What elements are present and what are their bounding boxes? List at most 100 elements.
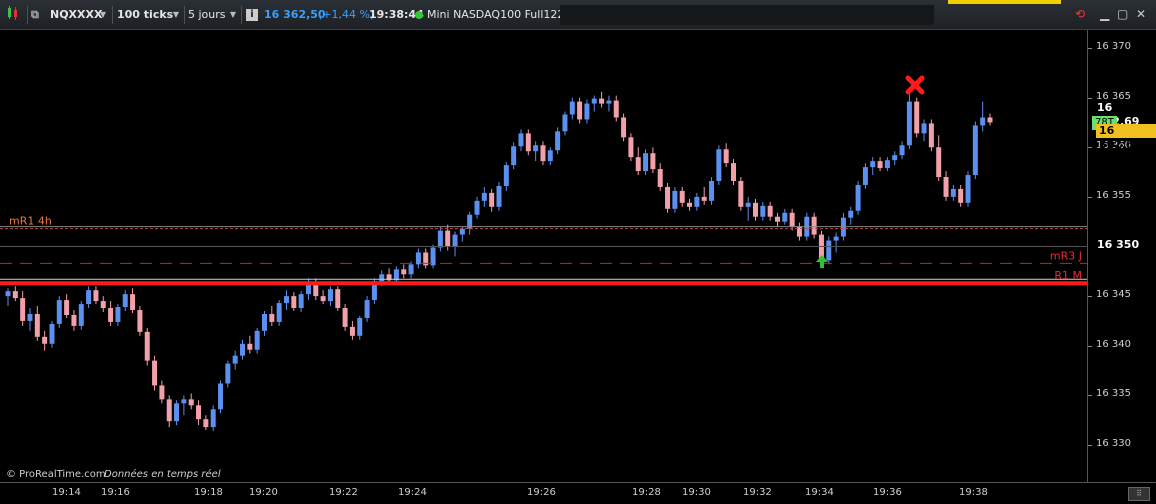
candle-body (49, 323, 55, 344)
minimize-icon[interactable]: ▁ (1100, 7, 1109, 21)
candle-body (247, 343, 253, 350)
candle-body (86, 290, 92, 305)
candle-body (606, 100, 612, 104)
candle-body (547, 150, 553, 162)
candle-body (635, 157, 641, 172)
last-price-label: 16 362,69 (1097, 101, 1140, 128)
interval-selector[interactable]: 100 ticks ▼ (117, 5, 181, 25)
time-tick-label: 19:18 (194, 487, 223, 498)
maximize-icon[interactable]: ▢ (1117, 7, 1128, 21)
candle-body (269, 313, 275, 322)
candle-body (408, 264, 414, 275)
candle-body (357, 317, 363, 336)
candle-body (701, 196, 707, 201)
toolbar: ⧉ NQXXXX ▼ 100 ticks ▼ 5 jours ▼ i 16 36… (0, 0, 1156, 30)
time-tick-label: 19:14 (52, 487, 81, 498)
chevron-down-icon: ▼ (99, 10, 106, 19)
candle-body (716, 149, 722, 181)
candles-group (5, 91, 993, 432)
price-tick-mark (1088, 196, 1092, 198)
symbol-selector[interactable]: NQXXXX ▼ (50, 5, 108, 25)
candle-body (936, 147, 942, 178)
candle-body (811, 216, 817, 235)
candle-body (731, 163, 737, 181)
candle-body (379, 274, 385, 282)
candle-body (848, 210, 854, 218)
candle-body (159, 385, 165, 400)
candle-body (71, 314, 77, 326)
candle-body (364, 300, 370, 318)
candle-body (12, 291, 18, 299)
info-icon[interactable]: i (246, 9, 258, 21)
price-tick-mark (1088, 345, 1092, 347)
time-tick-label: 19:30 (682, 487, 711, 498)
chevron-down-icon: ▼ (229, 10, 236, 19)
price-tick-label: 16 330 (1096, 438, 1131, 449)
time-tick-label: 19:20 (249, 487, 278, 498)
separator (27, 6, 28, 24)
candle-body (108, 308, 114, 322)
chevron-down-icon: ▼ (172, 10, 179, 19)
price-tick-label: 16 370 (1096, 41, 1131, 52)
candle-body (144, 331, 150, 361)
refresh-icon[interactable]: ⟲ (1075, 7, 1085, 21)
chart-plot[interactable]: mR1 4h mR3 J R1 M © ProRealTime.com Donn… (0, 30, 1087, 482)
price-tick-mark (1088, 395, 1092, 397)
price-axis[interactable]: 16 37016 36516 36016 35516 34516 34016 3… (1087, 30, 1156, 482)
realtime-text: Données en temps réel (104, 468, 221, 480)
dark-panel (560, 5, 934, 25)
candle-body (906, 101, 912, 146)
candle-body (591, 98, 597, 104)
candle-body (335, 289, 341, 309)
candle-body (298, 294, 304, 309)
candle-body (496, 185, 502, 207)
candle-body (100, 301, 106, 309)
candle-body (320, 296, 326, 302)
link-icon[interactable]: ⧉ (31, 5, 45, 25)
candle-body (826, 240, 832, 261)
candle-body (709, 180, 715, 201)
level-label-mr3-j: mR3 J (1050, 249, 1082, 262)
candle-body (672, 190, 678, 209)
candle-body (42, 336, 48, 344)
candle-body (980, 117, 986, 126)
level-label-mr1-4h: mR1 4h (9, 215, 52, 228)
candle-body (203, 419, 209, 428)
candle-body (862, 167, 868, 185)
current-price-tag: 16 362,50 (1096, 124, 1156, 151)
candle-body (745, 202, 751, 207)
candle-body (218, 383, 224, 410)
candle-body (27, 313, 33, 321)
candle-body (782, 212, 788, 222)
candle-body (987, 117, 993, 123)
candle-body (415, 252, 421, 265)
price-tick-label: 16 340 (1096, 338, 1131, 350)
level-price-label: 16 350 (1097, 238, 1140, 251)
candle-body (401, 269, 407, 275)
highlight-panel (948, 0, 1061, 4)
candle-body (789, 212, 795, 227)
separator (241, 6, 242, 24)
candle-body (511, 146, 517, 166)
candle-body (283, 296, 289, 304)
candle-body (533, 145, 539, 152)
candle-body (943, 177, 949, 197)
copyright-text[interactable]: © ProRealTime.com (6, 469, 106, 480)
candle-body (555, 131, 561, 151)
time-tick-label: 19:24 (398, 487, 427, 498)
price-chart[interactable]: mR1 4h mR3 J R1 M © ProRealTime.com Donn… (0, 30, 1087, 482)
candle-body (562, 114, 568, 132)
candle-body (240, 343, 246, 356)
candle-body (452, 234, 458, 247)
period-selector[interactable]: 5 jours ▼ (188, 5, 238, 25)
price-tick-label: 16 335 (1096, 388, 1131, 400)
candle-body (621, 117, 627, 138)
candle-body (489, 192, 495, 207)
candle-body (459, 228, 465, 235)
candle-body (56, 300, 62, 324)
candle-body (914, 101, 920, 134)
resize-grip-icon[interactable]: ⠿ (1128, 487, 1150, 501)
chart-type-icon[interactable] (6, 5, 22, 25)
time-axis[interactable]: 19:14 19:16 19:18 19:20 19:22 19:24 19:26 19:28… (0, 482, 1156, 504)
close-icon[interactable]: ✕ (1136, 7, 1146, 21)
